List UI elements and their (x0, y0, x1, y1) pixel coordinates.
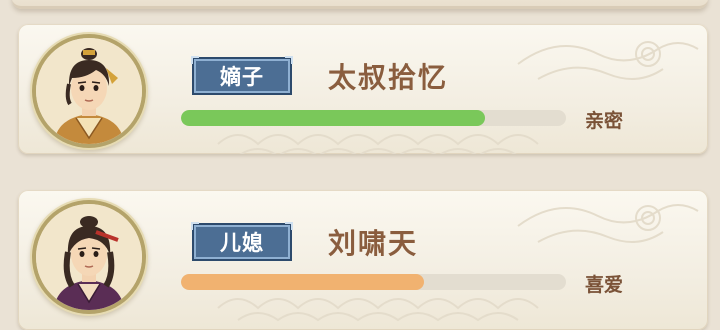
affection-bar (181, 110, 566, 126)
affection-label: 亲密 (585, 110, 624, 132)
affection-bar-fill (181, 110, 486, 126)
affection-label: 喜爱 (585, 274, 624, 296)
avatar[interactable] (36, 204, 142, 310)
affection-bar-fill (181, 274, 424, 290)
avatar[interactable] (36, 38, 142, 144)
previous-card-edge (12, 0, 708, 9)
member-name: 太叔拾忆 (328, 61, 449, 94)
young-woman-with-hairpin-portrait-icon (36, 204, 142, 310)
member-name: 刘啸天 (328, 227, 419, 260)
affection-bar (181, 274, 566, 290)
relation-tag: 儿媳 (191, 222, 293, 261)
relation-tag: 嫡子 (191, 56, 293, 95)
young-man-with-topknot-portrait-icon (36, 38, 142, 144)
family-member-card[interactable]: 嫡子 太叔拾忆 亲密 (18, 24, 708, 154)
family-member-card[interactable]: 儿媳 刘啸天 喜爱 (18, 190, 708, 330)
